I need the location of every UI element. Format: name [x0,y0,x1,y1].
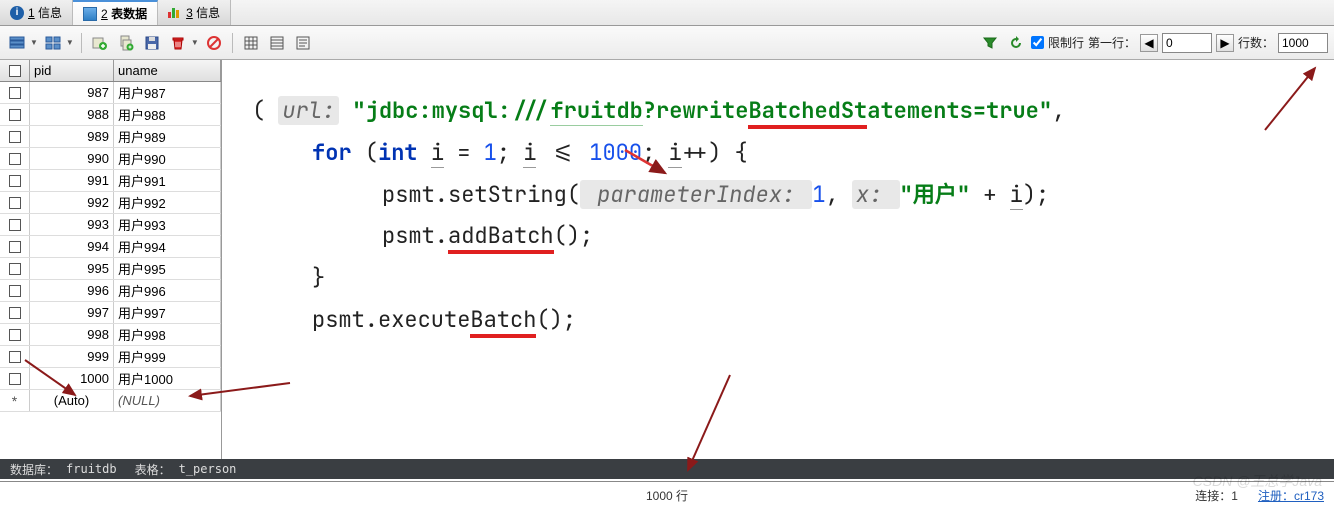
cell-pid[interactable]: 987 [30,82,114,103]
table-row[interactable]: 997用户997 [0,302,221,324]
toolbar: ▼ ▼ ▼ 限制行 第一行： ◀ ▶ 行数： [0,26,1334,60]
view-grid-button[interactable] [42,32,64,54]
tab-bar: i 1 信息 2 表数据 3 信息 [0,0,1334,26]
cell-pid[interactable]: 990 [30,148,114,169]
dropdown-icon[interactable]: ▼ [30,38,38,47]
view-form-button[interactable] [266,32,288,54]
refresh-button[interactable] [1005,32,1027,54]
cell-pid[interactable]: 992 [30,192,114,213]
table-row[interactable]: 987用户987 [0,82,221,104]
table-row[interactable]: 990用户990 [0,148,221,170]
cell-pid[interactable]: 989 [30,126,114,147]
delete-button[interactable] [167,32,189,54]
status-bar-bottom: 1000 行 连接：1 注册：cr173 [0,481,1334,509]
copy-row-button[interactable] [115,32,137,54]
cell-uname[interactable]: 用户996 [114,280,221,301]
cell-uname[interactable]: 用户998 [114,324,221,345]
cell-pid[interactable]: 991 [30,170,114,191]
cell-uname[interactable]: 用户992 [114,192,221,213]
cell-pid[interactable]: 996 [30,280,114,301]
limit-rows-checkbox[interactable] [1031,36,1044,49]
cell-pid[interactable]: 994 [30,236,114,257]
info-icon: i [10,6,24,20]
cell-uname[interactable]: 用户994 [114,236,221,257]
first-row-label: 第一行： [1088,34,1136,51]
cell-pid[interactable]: 1000 [30,368,114,389]
cell-uname[interactable]: 用户993 [114,214,221,235]
tab-table-data[interactable]: 2 表数据 [73,0,158,25]
view-text-button[interactable] [292,32,314,54]
row-count-input[interactable] [1278,33,1328,53]
cell-pid[interactable]: 988 [30,104,114,125]
cell-uname[interactable]: 用户995 [114,258,221,279]
table-row[interactable]: 996用户996 [0,280,221,302]
table-row[interactable]: 995用户995 [0,258,221,280]
data-table: pid uname 987用户987988用户988989用户989990用户9… [0,60,222,464]
table-row[interactable]: 998用户998 [0,324,221,346]
view-list-button[interactable] [6,32,28,54]
status-bar-db: 数据库：fruitdb 表格：t_person [0,459,1334,479]
table-row-new[interactable]: * (Auto) (NULL) [0,390,221,412]
cell-pid[interactable]: 997 [30,302,114,323]
cell-uname[interactable]: 用户1000 [114,368,221,389]
table-row[interactable]: 992用户992 [0,192,221,214]
next-page-button[interactable]: ▶ [1216,34,1234,52]
table-row[interactable]: 994用户994 [0,236,221,258]
filter-button[interactable] [979,32,1001,54]
header-checkbox-col[interactable] [0,60,30,81]
limit-rows-label: 限制行 [1048,34,1084,51]
cell-uname[interactable]: 用户987 [114,82,221,103]
cell-uname[interactable]: 用户988 [114,104,221,125]
dropdown-icon[interactable]: ▼ [191,38,199,47]
stop-button[interactable] [203,32,225,54]
cell-uname[interactable]: 用户990 [114,148,221,169]
cell-uname[interactable]: 用户999 [114,346,221,367]
cell-pid[interactable]: 999 [30,346,114,367]
table-icon [83,7,97,21]
code-overlay: ( url: "jdbc:mysql:///fruitdb?rewriteBat… [222,60,1334,464]
chart-icon [168,8,182,18]
row-count-status: 1000 行 [646,487,688,504]
view-table-button[interactable] [240,32,262,54]
cell-uname[interactable]: 用户991 [114,170,221,191]
register-link[interactable]: 注册：cr173 [1258,487,1324,504]
cell-pid[interactable]: 993 [30,214,114,235]
tab-info-3[interactable]: 3 信息 [158,0,231,25]
add-row-button[interactable] [89,32,111,54]
prev-page-button[interactable]: ◀ [1140,34,1158,52]
table-row[interactable]: 989用户989 [0,126,221,148]
header-uname[interactable]: uname [114,60,221,81]
dropdown-icon[interactable]: ▼ [66,38,74,47]
save-button[interactable] [141,32,163,54]
table-row[interactable]: 993用户993 [0,214,221,236]
first-row-input[interactable] [1162,33,1212,53]
tab-info-1[interactable]: i 1 信息 [0,0,73,25]
header-pid[interactable]: pid [30,60,114,81]
cell-uname[interactable]: 用户989 [114,126,221,147]
row-count-label: 行数： [1238,34,1274,51]
table-row[interactable]: 988用户988 [0,104,221,126]
table-row[interactable]: 1000用户1000 [0,368,221,390]
table-row[interactable]: 991用户991 [0,170,221,192]
table-row[interactable]: 999用户999 [0,346,221,368]
cell-uname[interactable]: 用户997 [114,302,221,323]
cell-pid[interactable]: 995 [30,258,114,279]
cell-pid[interactable]: 998 [30,324,114,345]
connection-status: 连接：1 [1195,487,1238,504]
